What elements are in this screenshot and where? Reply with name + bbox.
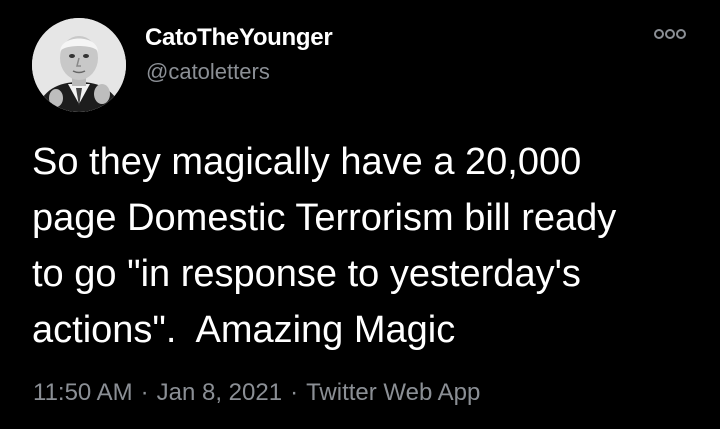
tweet-date[interactable]: Jan 8, 2021 [157,379,282,406]
avatar-photo [32,18,126,112]
user-handle[interactable]: @catoletters [146,59,270,85]
tweet-text: So they magically have a 20,000 page Dom… [32,141,617,351]
tweet-time[interactable]: 11:50 AM [33,379,133,406]
tweet-card: CatoTheYounger @catoletters So they magi… [0,0,720,429]
meta-separator: · [290,379,299,406]
tweet-meta: 11:50 AM · Jan 8, 2021 · Twitter Web App [33,379,480,407]
avatar[interactable] [32,18,126,112]
tweet-source-link[interactable]: Twitter Web App [306,379,480,406]
meta-separator: · [140,379,149,406]
more-options-icon[interactable] [652,24,688,44]
display-name[interactable]: CatoTheYounger [145,24,333,52]
